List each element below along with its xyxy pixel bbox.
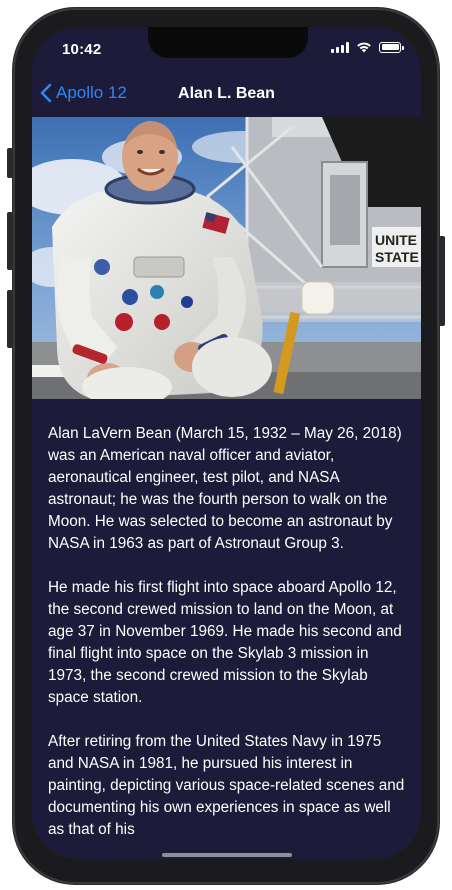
- biography-text: Alan LaVern Bean (March 15, 1932 – May 2…: [48, 423, 408, 859]
- volume-up-button: [7, 212, 13, 270]
- power-button: [439, 236, 445, 326]
- flag-text-line1: UNITE: [375, 232, 417, 248]
- astronaut-photo: UNITE STATE: [32, 117, 421, 399]
- flag-text-line2: STATE: [375, 249, 419, 265]
- signal-icon: [331, 41, 349, 53]
- status-time: 10:42: [62, 41, 102, 58]
- bio-paragraph-3: After retiring from the United States Na…: [48, 733, 405, 838]
- bio-paragraph-2: He made his first flight into space aboa…: [48, 579, 402, 706]
- page-title: Alan L. Bean: [178, 85, 275, 102]
- screen: 10:42 Apollo 12 Alan L. Bean UNITE STATE…: [32, 27, 421, 859]
- wifi-icon: [357, 42, 371, 53]
- volume-down-button: [7, 290, 13, 348]
- battery-icon: [379, 41, 404, 53]
- status-icons: [331, 41, 404, 53]
- navigation-bar: Apollo 12 Alan L. Bean: [32, 73, 421, 117]
- bio-paragraph-1: Alan LaVern Bean (March 15, 1932 – May 2…: [48, 425, 402, 552]
- notch: [148, 27, 308, 58]
- home-indicator[interactable]: [162, 853, 292, 857]
- mute-switch: [7, 148, 13, 178]
